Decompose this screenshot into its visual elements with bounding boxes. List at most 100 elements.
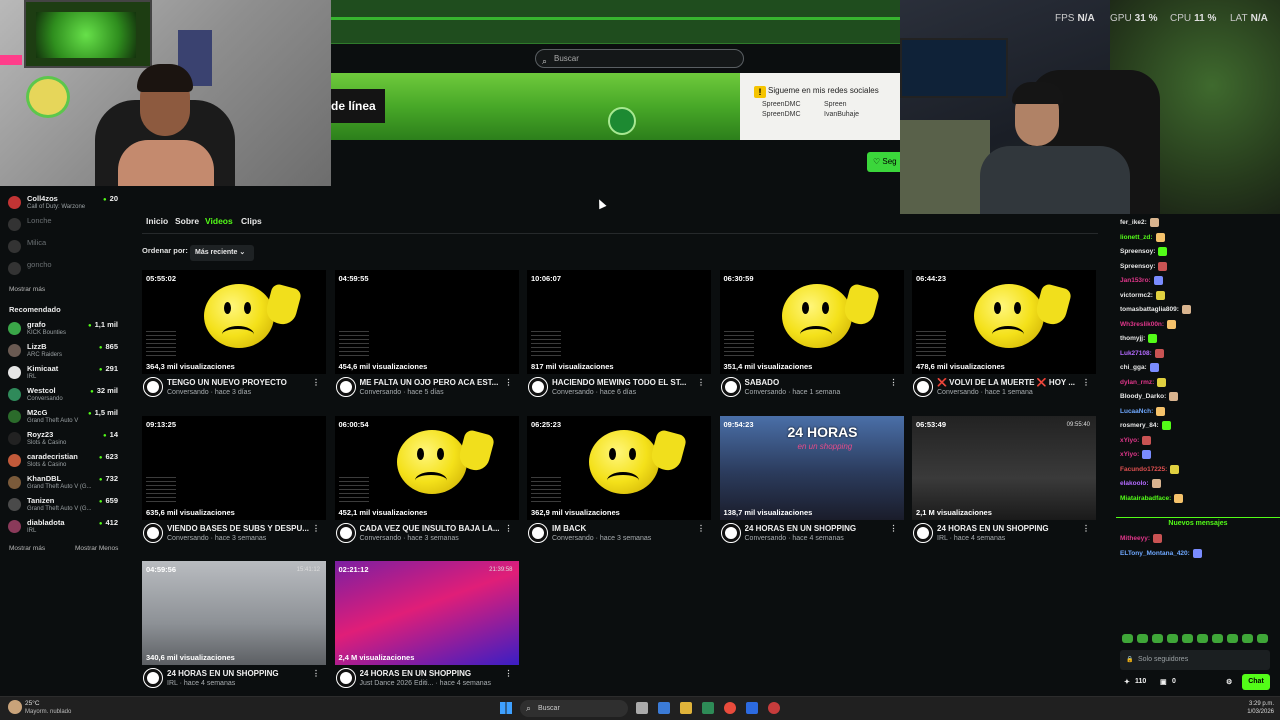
video-thumbnail[interactable]: 24 HORAS en un shopping 09:54:23 138,7 mil … xyxy=(719,415,904,520)
video-card[interactable]: 06:00:54 452,1 mil visualizaciones CADA VE… xyxy=(334,415,519,554)
app-icon[interactable] xyxy=(746,702,758,714)
sidebar-channel[interactable]: Royz23Slots & Casino 14 xyxy=(8,428,122,448)
video-card[interactable]: 15:41:12 04:59:56 340,6 mil visualizacione… xyxy=(142,561,326,699)
chat-send-button[interactable]: Chat xyxy=(1242,674,1270,690)
video-title[interactable]: ME FALTA UN OJO PERO ACA EST... xyxy=(360,378,505,387)
video-card[interactable]: 09:55:40 06:53:49 2,1 M visualizaciones 24 … xyxy=(912,415,1096,554)
channel-avatar[interactable] xyxy=(143,668,163,688)
channel-avatar[interactable] xyxy=(913,522,933,543)
sidebar-channel[interactable]: caradecristianSlots & Casino 623 xyxy=(8,450,122,470)
chat-username[interactable]: thomyjj: xyxy=(1120,335,1145,342)
video-card[interactable]: 21:39:58 02:21:12 2,4 M visualizaciones 24 … xyxy=(334,561,519,699)
chat-username[interactable]: tomasbattaglia809: xyxy=(1120,306,1179,313)
copilot-icon[interactable] xyxy=(658,702,670,714)
chat-username[interactable]: chi_gga: xyxy=(1120,364,1147,371)
sidebar-channel[interactable]: Coll4zosCall of Duty: Warzone 20 xyxy=(8,192,122,212)
video-title[interactable]: 24 HORAS EN UN SHOPPING xyxy=(360,669,505,678)
chat-username[interactable]: elakoolo: xyxy=(1120,480,1149,487)
emote-bar[interactable] xyxy=(1122,634,1272,645)
more-options-icon[interactable]: ⋮ xyxy=(505,524,513,533)
chat-username[interactable]: Jan153ro: xyxy=(1120,277,1151,284)
task-view-icon[interactable] xyxy=(636,702,648,714)
video-title[interactable]: 24 HORAS EN UN SHOPPING xyxy=(937,524,1082,533)
video-thumbnail[interactable]: 15:41:12 04:59:56 340,6 mil visualizacione… xyxy=(142,561,326,665)
chat-input[interactable]: Solo seguidores xyxy=(1120,650,1270,670)
system-clock[interactable]: 3:29 p.m. 1/03/2026 xyxy=(1247,700,1274,716)
show-more-following[interactable]: Mostrar más xyxy=(9,286,45,293)
video-title[interactable]: VIENDO BASES DE SUBS Y DESPU... xyxy=(167,524,312,533)
twitter-handle[interactable]: SpreenDMC xyxy=(762,101,824,108)
weather-widget[interactable]: 25°C Mayorm. nublado xyxy=(8,700,71,715)
chat-username[interactable]: dylan_rmz: xyxy=(1120,379,1154,386)
video-title[interactable]: 24 HORAS EN UN SHOPPING xyxy=(745,524,890,533)
sidebar-channel[interactable]: Milica xyxy=(8,236,122,256)
chat-username[interactable]: Mitheeyy: xyxy=(1120,535,1150,542)
instagram-handle-2[interactable]: IvanBuhaje xyxy=(824,111,886,118)
chrome-icon[interactable] xyxy=(724,702,736,714)
video-title[interactable]: IM BACK xyxy=(552,524,697,533)
sidebar-channel[interactable]: Lonche xyxy=(8,214,122,234)
sidebar-channel[interactable]: KimicaatIRL 291 xyxy=(8,362,122,382)
video-thumbnail[interactable]: 06:44:23 478,6 mil visualizaciones xyxy=(912,270,1096,374)
sidebar-channel[interactable]: KhanDBLGrand Theft Auto V (G... 732 xyxy=(8,472,122,492)
video-thumbnail[interactable]: 06:00:54 452,1 mil visualizaciones xyxy=(334,415,519,520)
more-options-icon[interactable]: ⋮ xyxy=(505,669,513,678)
more-options-icon[interactable]: ⋮ xyxy=(1082,524,1090,533)
more-options-icon[interactable]: ⋮ xyxy=(890,524,898,533)
store-icon[interactable] xyxy=(702,702,714,714)
sidebar-channel[interactable]: grafoKICK Bounties 1,1 mil xyxy=(8,318,122,338)
video-thumbnail[interactable]: 10:06:07 817 mil visualizaciones xyxy=(527,270,711,374)
video-thumbnail[interactable]: 09:55:40 06:53:49 2,1 M visualizaciones xyxy=(912,415,1096,520)
more-options-icon[interactable]: ⋮ xyxy=(312,378,320,387)
video-category[interactable]: Conversando xyxy=(937,389,979,396)
chat-username[interactable]: Facundo17225: xyxy=(1120,466,1167,473)
video-category[interactable]: Conversando xyxy=(745,389,787,396)
chat-username[interactable]: Spreensoy: xyxy=(1120,263,1155,270)
video-title[interactable]: SABADO xyxy=(745,378,890,387)
channel-avatar[interactable] xyxy=(720,377,741,397)
chat-username[interactable]: xYiyo: xyxy=(1120,451,1139,458)
taskbar-search[interactable]: Buscar xyxy=(520,700,628,717)
chat-username[interactable]: Miatairabadface: xyxy=(1120,495,1171,502)
video-thumbnail[interactable]: 05:55:02 364,3 mil visualizaciones xyxy=(142,270,326,374)
video-title[interactable]: HACIENDO MEWING TODO EL ST... xyxy=(552,378,697,387)
sidebar-channel[interactable]: M2cGGrand Theft Auto V 1,5 mil xyxy=(8,406,122,426)
video-category[interactable]: Conversando xyxy=(360,389,402,396)
video-category[interactable]: Conversando xyxy=(167,389,209,396)
windows-start-icon[interactable] xyxy=(500,702,512,714)
sort-dropdown[interactable]: Más reciente ⌄ xyxy=(190,245,254,261)
chat-username[interactable]: xYiyo: xyxy=(1120,437,1139,444)
gift-icon[interactable]: ▣ xyxy=(1160,678,1167,686)
video-category[interactable]: Just Dance 2026 Editi... xyxy=(360,680,434,687)
video-category[interactable]: IRL xyxy=(167,680,178,687)
chat-username[interactable]: LucaaNch: xyxy=(1120,408,1153,415)
file-explorer-icon[interactable] xyxy=(680,702,692,714)
channel-avatar[interactable] xyxy=(335,522,356,543)
sidebar-channel[interactable]: TanizenGrand Theft Auto V (G... 659 xyxy=(8,494,122,514)
more-options-icon[interactable]: ⋮ xyxy=(312,669,320,678)
chat-username[interactable]: Spreensoy: xyxy=(1120,248,1155,255)
sidebar-channel[interactable]: LizzBARC Raiders 865 xyxy=(8,340,122,360)
search-input[interactable]: ⌕ Buscar xyxy=(535,49,744,68)
video-card[interactable]: 06:44:23 478,6 mil visualizaciones ❌ VOLVI… xyxy=(912,270,1096,408)
tab-inicio[interactable]: Inicio xyxy=(146,216,168,226)
video-thumbnail[interactable]: 09:13:25 635,6 mil visualizaciones xyxy=(142,415,326,520)
video-category[interactable]: Conversando xyxy=(552,535,594,542)
points-icon[interactable]: ✦ xyxy=(1124,678,1130,686)
show-more-recommended[interactable]: Mostrar más xyxy=(9,545,45,552)
gear-icon[interactable]: ⚙ xyxy=(1226,678,1232,686)
more-options-icon[interactable]: ⋮ xyxy=(1082,378,1090,387)
video-title[interactable]: CADA VEZ QUE INSULTO BAJA LA... xyxy=(360,524,505,533)
more-options-icon[interactable]: ⋮ xyxy=(312,524,320,533)
channel-avatar[interactable] xyxy=(335,377,356,397)
video-title[interactable]: ❌ VOLVI DE LA MUERTE ❌ HOY ... xyxy=(937,378,1082,387)
channel-avatar[interactable] xyxy=(335,668,356,688)
chat-username[interactable]: rosmery_84: xyxy=(1120,422,1159,429)
channel-avatar[interactable] xyxy=(913,377,933,397)
chat-username[interactable]: fer_ike2: xyxy=(1120,219,1147,226)
sidebar-channel[interactable]: diabladotaIRL 412 xyxy=(8,516,122,536)
channel-avatar[interactable] xyxy=(143,377,163,397)
video-card[interactable]: 05:55:02 364,3 mil visualizaciones TENGO U… xyxy=(142,270,326,408)
tab-clips[interactable]: Clips xyxy=(241,216,262,226)
instagram-handle[interactable]: Spreen xyxy=(824,101,886,108)
